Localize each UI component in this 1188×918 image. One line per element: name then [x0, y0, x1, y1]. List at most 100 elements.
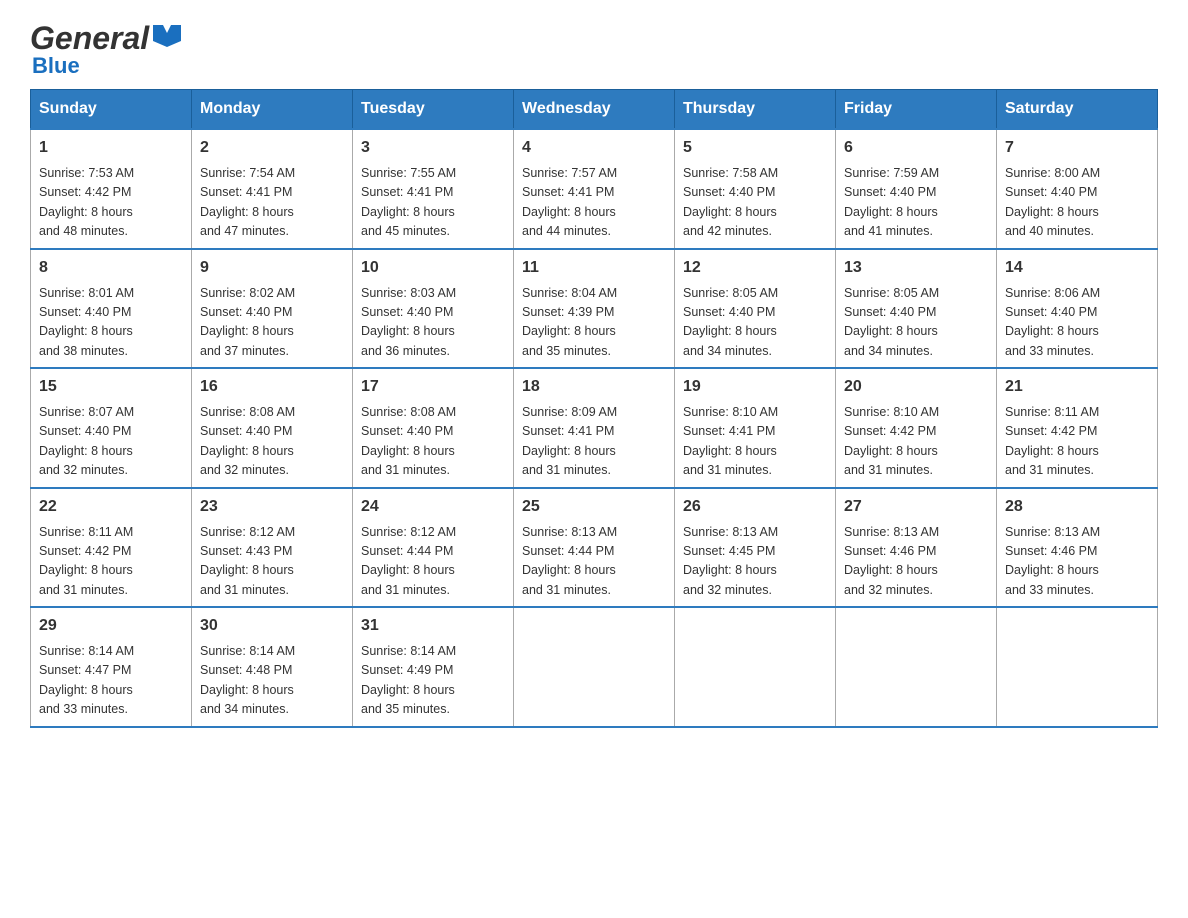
calendar-cell: 11 Sunrise: 8:04 AM Sunset: 4:39 PM Dayl…	[514, 249, 675, 369]
week-row-4: 22 Sunrise: 8:11 AM Sunset: 4:42 PM Dayl…	[31, 488, 1158, 608]
day-info: Sunrise: 8:14 AM Sunset: 4:47 PM Dayligh…	[39, 642, 183, 720]
day-number: 14	[1005, 256, 1149, 280]
day-number: 27	[844, 495, 988, 519]
day-number: 28	[1005, 495, 1149, 519]
week-row-1: 1 Sunrise: 7:53 AM Sunset: 4:42 PM Dayli…	[31, 129, 1158, 249]
header-tuesday: Tuesday	[353, 90, 514, 130]
day-info: Sunrise: 8:05 AM Sunset: 4:40 PM Dayligh…	[844, 284, 988, 362]
calendar-cell: 2 Sunrise: 7:54 AM Sunset: 4:41 PM Dayli…	[192, 129, 353, 249]
calendar-cell: 15 Sunrise: 8:07 AM Sunset: 4:40 PM Dayl…	[31, 368, 192, 488]
day-info: Sunrise: 7:54 AM Sunset: 4:41 PM Dayligh…	[200, 164, 344, 242]
day-number: 21	[1005, 375, 1149, 399]
calendar-cell: 8 Sunrise: 8:01 AM Sunset: 4:40 PM Dayli…	[31, 249, 192, 369]
calendar-cell: 3 Sunrise: 7:55 AM Sunset: 4:41 PM Dayli…	[353, 129, 514, 249]
logo-blue-text: Blue	[32, 53, 80, 79]
day-info: Sunrise: 8:08 AM Sunset: 4:40 PM Dayligh…	[361, 403, 505, 481]
day-info: Sunrise: 8:07 AM Sunset: 4:40 PM Dayligh…	[39, 403, 183, 481]
calendar-cell	[514, 607, 675, 727]
calendar-cell: 1 Sunrise: 7:53 AM Sunset: 4:42 PM Dayli…	[31, 129, 192, 249]
calendar-cell: 25 Sunrise: 8:13 AM Sunset: 4:44 PM Dayl…	[514, 488, 675, 608]
day-number: 20	[844, 375, 988, 399]
day-number: 10	[361, 256, 505, 280]
calendar-cell: 20 Sunrise: 8:10 AM Sunset: 4:42 PM Dayl…	[836, 368, 997, 488]
day-number: 26	[683, 495, 827, 519]
day-number: 4	[522, 136, 666, 160]
calendar-cell: 19 Sunrise: 8:10 AM Sunset: 4:41 PM Dayl…	[675, 368, 836, 488]
logo-triangle-icon	[153, 25, 181, 47]
calendar-cell: 5 Sunrise: 7:58 AM Sunset: 4:40 PM Dayli…	[675, 129, 836, 249]
day-number: 13	[844, 256, 988, 280]
day-number: 30	[200, 614, 344, 638]
day-info: Sunrise: 8:11 AM Sunset: 4:42 PM Dayligh…	[39, 523, 183, 601]
calendar-cell: 13 Sunrise: 8:05 AM Sunset: 4:40 PM Dayl…	[836, 249, 997, 369]
day-info: Sunrise: 8:04 AM Sunset: 4:39 PM Dayligh…	[522, 284, 666, 362]
logo-general-text: General	[30, 20, 149, 57]
day-number: 23	[200, 495, 344, 519]
day-number: 12	[683, 256, 827, 280]
day-number: 7	[1005, 136, 1149, 160]
calendar-cell: 24 Sunrise: 8:12 AM Sunset: 4:44 PM Dayl…	[353, 488, 514, 608]
day-info: Sunrise: 7:57 AM Sunset: 4:41 PM Dayligh…	[522, 164, 666, 242]
day-info: Sunrise: 8:13 AM Sunset: 4:44 PM Dayligh…	[522, 523, 666, 601]
day-number: 6	[844, 136, 988, 160]
header-monday: Monday	[192, 90, 353, 130]
day-info: Sunrise: 8:01 AM Sunset: 4:40 PM Dayligh…	[39, 284, 183, 362]
day-number: 17	[361, 375, 505, 399]
day-number: 25	[522, 495, 666, 519]
calendar-cell: 23 Sunrise: 8:12 AM Sunset: 4:43 PM Dayl…	[192, 488, 353, 608]
day-info: Sunrise: 8:11 AM Sunset: 4:42 PM Dayligh…	[1005, 403, 1149, 481]
calendar-cell	[836, 607, 997, 727]
day-info: Sunrise: 8:06 AM Sunset: 4:40 PM Dayligh…	[1005, 284, 1149, 362]
day-info: Sunrise: 8:03 AM Sunset: 4:40 PM Dayligh…	[361, 284, 505, 362]
calendar-cell	[997, 607, 1158, 727]
calendar-cell: 9 Sunrise: 8:02 AM Sunset: 4:40 PM Dayli…	[192, 249, 353, 369]
calendar-cell: 28 Sunrise: 8:13 AM Sunset: 4:46 PM Dayl…	[997, 488, 1158, 608]
day-number: 24	[361, 495, 505, 519]
calendar-cell: 14 Sunrise: 8:06 AM Sunset: 4:40 PM Dayl…	[997, 249, 1158, 369]
day-info: Sunrise: 7:58 AM Sunset: 4:40 PM Dayligh…	[683, 164, 827, 242]
day-info: Sunrise: 8:08 AM Sunset: 4:40 PM Dayligh…	[200, 403, 344, 481]
day-number: 11	[522, 256, 666, 280]
header-wednesday: Wednesday	[514, 90, 675, 130]
day-number: 19	[683, 375, 827, 399]
day-info: Sunrise: 7:59 AM Sunset: 4:40 PM Dayligh…	[844, 164, 988, 242]
calendar-table: SundayMondayTuesdayWednesdayThursdayFrid…	[30, 89, 1158, 728]
calendar-cell: 4 Sunrise: 7:57 AM Sunset: 4:41 PM Dayli…	[514, 129, 675, 249]
day-number: 18	[522, 375, 666, 399]
day-number: 15	[39, 375, 183, 399]
week-row-5: 29 Sunrise: 8:14 AM Sunset: 4:47 PM Dayl…	[31, 607, 1158, 727]
week-row-2: 8 Sunrise: 8:01 AM Sunset: 4:40 PM Dayli…	[31, 249, 1158, 369]
header-friday: Friday	[836, 90, 997, 130]
calendar-cell: 17 Sunrise: 8:08 AM Sunset: 4:40 PM Dayl…	[353, 368, 514, 488]
day-info: Sunrise: 8:09 AM Sunset: 4:41 PM Dayligh…	[522, 403, 666, 481]
day-number: 9	[200, 256, 344, 280]
day-info: Sunrise: 7:53 AM Sunset: 4:42 PM Dayligh…	[39, 164, 183, 242]
calendar-cell: 21 Sunrise: 8:11 AM Sunset: 4:42 PM Dayl…	[997, 368, 1158, 488]
calendar-cell: 6 Sunrise: 7:59 AM Sunset: 4:40 PM Dayli…	[836, 129, 997, 249]
week-row-3: 15 Sunrise: 8:07 AM Sunset: 4:40 PM Dayl…	[31, 368, 1158, 488]
day-number: 3	[361, 136, 505, 160]
days-of-week-row: SundayMondayTuesdayWednesdayThursdayFrid…	[31, 90, 1158, 130]
calendar-cell: 26 Sunrise: 8:13 AM Sunset: 4:45 PM Dayl…	[675, 488, 836, 608]
page-header: General Blue	[30, 20, 1158, 79]
day-info: Sunrise: 8:12 AM Sunset: 4:43 PM Dayligh…	[200, 523, 344, 601]
day-info: Sunrise: 8:13 AM Sunset: 4:46 PM Dayligh…	[1005, 523, 1149, 601]
calendar-cell: 30 Sunrise: 8:14 AM Sunset: 4:48 PM Dayl…	[192, 607, 353, 727]
day-number: 5	[683, 136, 827, 160]
calendar-cell: 31 Sunrise: 8:14 AM Sunset: 4:49 PM Dayl…	[353, 607, 514, 727]
calendar-cell: 7 Sunrise: 8:00 AM Sunset: 4:40 PM Dayli…	[997, 129, 1158, 249]
calendar-header: SundayMondayTuesdayWednesdayThursdayFrid…	[31, 90, 1158, 130]
day-number: 16	[200, 375, 344, 399]
day-info: Sunrise: 8:12 AM Sunset: 4:44 PM Dayligh…	[361, 523, 505, 601]
day-info: Sunrise: 8:05 AM Sunset: 4:40 PM Dayligh…	[683, 284, 827, 362]
calendar-cell: 29 Sunrise: 8:14 AM Sunset: 4:47 PM Dayl…	[31, 607, 192, 727]
header-thursday: Thursday	[675, 90, 836, 130]
day-number: 22	[39, 495, 183, 519]
day-info: Sunrise: 8:13 AM Sunset: 4:45 PM Dayligh…	[683, 523, 827, 601]
calendar-cell: 16 Sunrise: 8:08 AM Sunset: 4:40 PM Dayl…	[192, 368, 353, 488]
calendar-body: 1 Sunrise: 7:53 AM Sunset: 4:42 PM Dayli…	[31, 129, 1158, 727]
day-info: Sunrise: 7:55 AM Sunset: 4:41 PM Dayligh…	[361, 164, 505, 242]
day-info: Sunrise: 8:02 AM Sunset: 4:40 PM Dayligh…	[200, 284, 344, 362]
day-info: Sunrise: 8:14 AM Sunset: 4:49 PM Dayligh…	[361, 642, 505, 720]
day-info: Sunrise: 8:14 AM Sunset: 4:48 PM Dayligh…	[200, 642, 344, 720]
